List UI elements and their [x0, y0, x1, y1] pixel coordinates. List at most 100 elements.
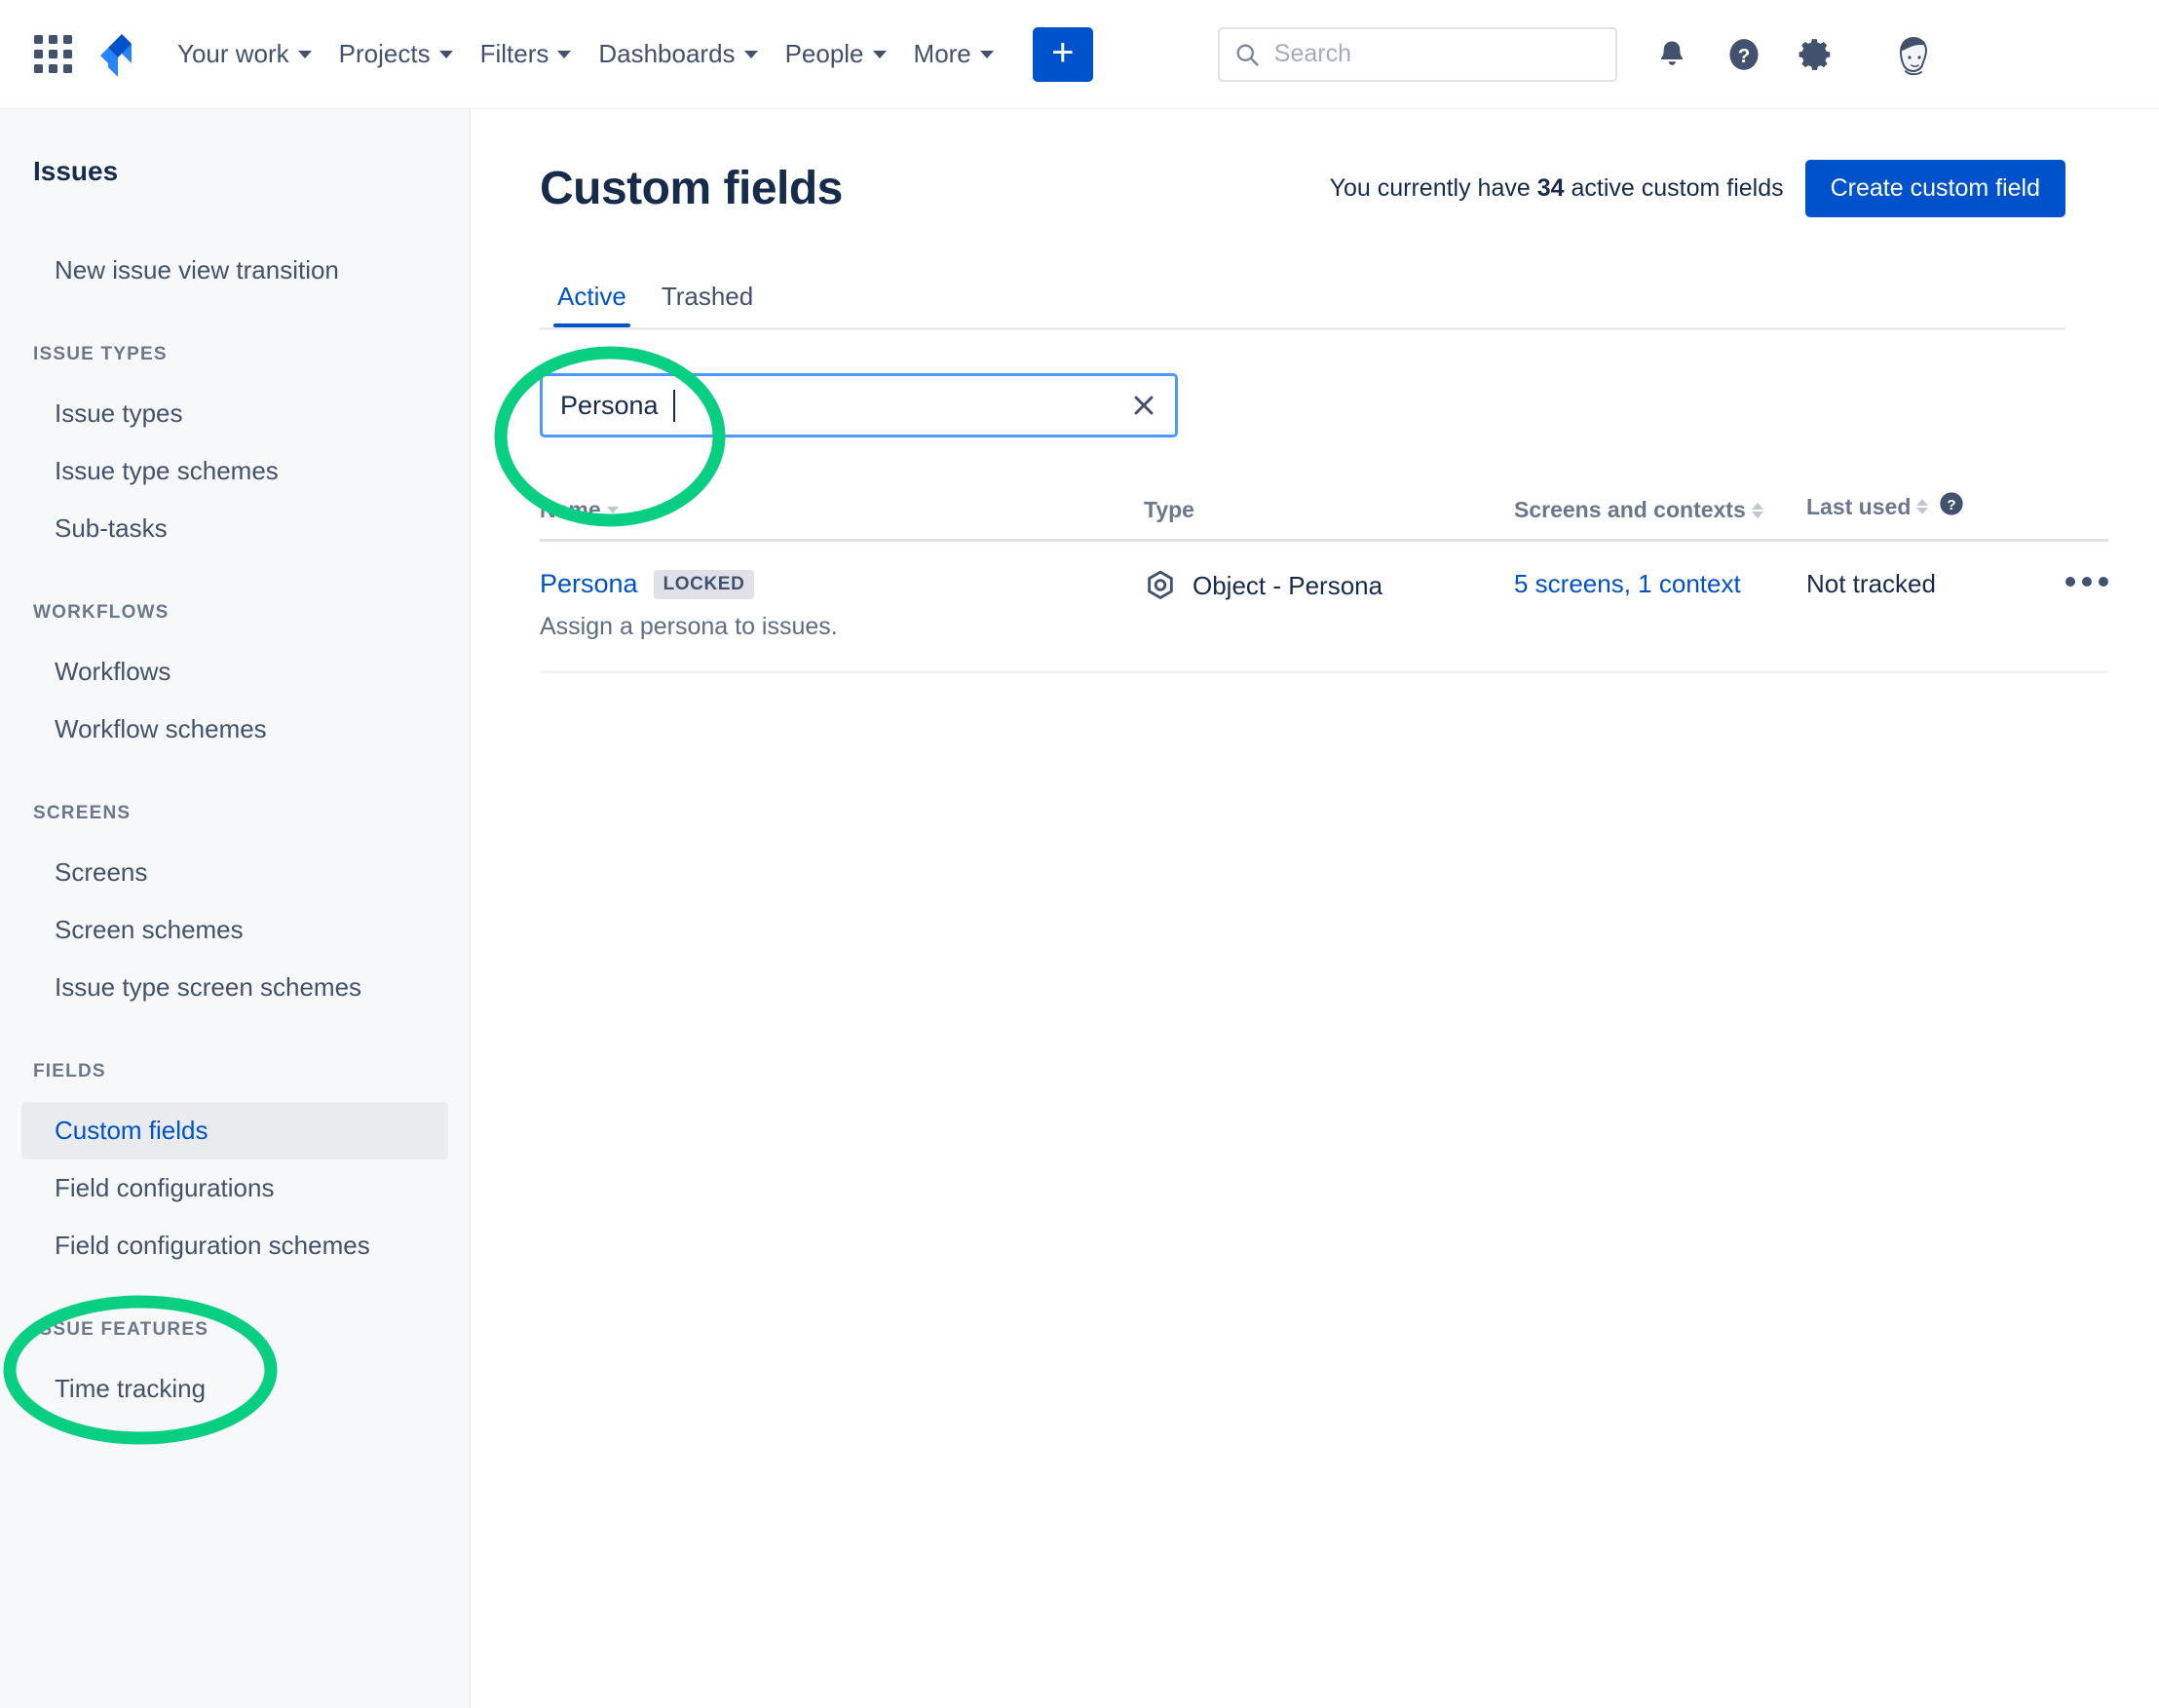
clear-filter-button[interactable]	[1127, 389, 1160, 422]
sidebar-title: Issues	[33, 156, 119, 186]
search-placeholder: Search	[1273, 40, 1351, 67]
screens-contexts-link[interactable]: 5 screens, 1 context	[1514, 569, 1741, 598]
sidebar-section-issue-types: ISSUE TYPES	[33, 344, 168, 364]
nav-item-label: People	[784, 39, 864, 68]
column-header-last-used[interactable]: Last used ?	[1806, 490, 2030, 523]
chevron-down-icon	[297, 50, 312, 58]
tabs-divider	[540, 327, 2065, 330]
table-header-row: Name Type Screens and contexts Last used…	[540, 490, 2108, 542]
settings-sidebar: Issues New issue view transition ISSUE T…	[0, 109, 471, 1708]
sidebar-section-fields: FIELDS	[33, 1061, 106, 1082]
search-icon	[1236, 44, 1259, 66]
last-used-value: Not tracked	[1806, 569, 1936, 598]
chevron-down-icon	[872, 50, 887, 58]
sidebar-item-screen-schemes[interactable]: Screen schemes	[21, 901, 448, 959]
chevron-down-icon	[438, 50, 453, 58]
app-switcher-grid-icon	[33, 35, 72, 73]
count-suffix: active custom fields	[1564, 174, 1784, 202]
cell-name: Persona LOCKED Assign a persona to issue…	[540, 569, 1144, 641]
sidebar-section-workflows: WORKFLOWS	[33, 602, 170, 623]
text-cursor	[673, 390, 675, 422]
create-custom-field-button[interactable]: Create custom field	[1804, 160, 2065, 217]
sidebar-item-field-configuration-schemes[interactable]: Field configuration schemes	[21, 1217, 448, 1274]
cell-screens-and-contexts: 5 screens, 1 context	[1514, 569, 1806, 599]
sidebar-section-screens: SCREENS	[33, 803, 132, 823]
chevron-down-icon	[979, 50, 994, 58]
nav-item-your-work[interactable]: Your work	[164, 27, 325, 82]
column-label: Name	[540, 497, 601, 522]
settings-gear-icon	[1799, 38, 1831, 70]
column-label: Screens and contexts	[1514, 497, 1746, 522]
app-switcher-button[interactable]	[25, 27, 80, 82]
close-x-icon	[1134, 396, 1154, 415]
notifications-bell-icon	[1660, 41, 1683, 65]
main-content: Custom fields You currently have 34 acti…	[472, 109, 2159, 1708]
settings-button[interactable]	[1795, 33, 1837, 76]
table-row: Persona LOCKED Assign a persona to issue…	[540, 542, 2108, 673]
active-fields-count: You currently have 34 active custom fiel…	[1330, 174, 1784, 203]
global-search-box[interactable]: Search	[1217, 26, 1617, 82]
chevron-down-icon	[743, 50, 758, 58]
type-label: Object - Persona	[1193, 570, 1383, 600]
sidebar-item-time-tracking[interactable]: Time tracking	[21, 1360, 448, 1418]
tab-active[interactable]: Active	[540, 282, 644, 327]
nav-item-label: More	[913, 39, 971, 68]
more-actions-icon[interactable]	[2065, 569, 2108, 587]
sidebar-item-issue-type-schemes[interactable]: Issue type schemes	[21, 442, 448, 500]
svg-text:?: ?	[1948, 497, 1956, 513]
nav-item-more[interactable]: More	[900, 27, 1007, 82]
sidebar-item-custom-fields[interactable]: Custom fields	[21, 1102, 448, 1159]
nav-item-label: Filters	[479, 39, 549, 68]
cell-type: Object - Persona	[1144, 569, 1514, 602]
nav-item-label: Projects	[338, 39, 431, 68]
chevron-down-icon	[557, 50, 572, 58]
column-label: Type	[1144, 497, 1194, 522]
nav-item-label: Dashboards	[598, 39, 736, 68]
sort-arrows-icon	[1751, 502, 1763, 518]
sidebar-item-issue-type-screen-schemes[interactable]: Issue type screen schemes	[21, 959, 448, 1016]
tab-trashed[interactable]: Trashed	[644, 282, 771, 327]
create-button[interactable]: +	[1032, 26, 1093, 82]
sort-arrows-icon	[606, 507, 619, 513]
status-badge: LOCKED	[653, 569, 755, 599]
sidebar-item-new-issue-view-transition[interactable]: New issue view transition	[21, 242, 448, 299]
column-header-name[interactable]: Name	[540, 497, 1144, 523]
tabs: Active Trashed	[540, 282, 2065, 327]
nav-item-filters[interactable]: Filters	[467, 27, 586, 82]
custom-field-link[interactable]: Persona	[540, 569, 638, 599]
user-avatar[interactable]	[1887, 29, 1937, 79]
custom-field-description: Assign a persona to issues.	[540, 613, 838, 640]
sidebar-item-sub-tasks[interactable]: Sub-tasks	[21, 500, 448, 557]
notifications-button[interactable]	[1650, 33, 1693, 76]
cell-actions	[2030, 569, 2108, 587]
column-header-screens-and-contexts[interactable]: Screens and contexts	[1514, 497, 1806, 523]
nav-item-people[interactable]: People	[772, 27, 900, 82]
plus-icon: +	[1051, 30, 1075, 74]
cell-last-used: Not tracked	[1806, 569, 2030, 599]
sidebar-item-screens[interactable]: Screens	[21, 844, 448, 901]
page-title: Custom fields	[540, 163, 843, 214]
nav-item-label: Your work	[177, 39, 289, 68]
sidebar-section-issue-features: ISSUE FEATURES	[33, 1319, 209, 1340]
filter-input[interactable]	[540, 373, 1178, 437]
page-header: Custom fields You currently have 34 acti…	[540, 160, 2065, 217]
jira-logo[interactable]	[90, 27, 138, 82]
top-navigation-bar: Your work Projects Filters Dashboards Pe…	[0, 0, 2159, 109]
sidebar-item-field-configurations[interactable]: Field configurations	[21, 1159, 448, 1217]
count-prefix: You currently have	[1329, 174, 1537, 202]
object-hexagon-icon	[1148, 570, 1173, 599]
last-used-help-icon[interactable]: ?	[1938, 490, 1965, 523]
svg-text:?: ?	[1737, 44, 1750, 66]
sort-arrows-icon	[1916, 499, 1929, 514]
sidebar-item-workflows[interactable]: Workflows	[21, 643, 448, 701]
sidebar-item-workflow-schemes[interactable]: Workflow schemes	[21, 701, 448, 758]
count-value: 34	[1536, 174, 1565, 202]
filter-input-wrapper	[540, 373, 1178, 437]
nav-item-dashboards[interactable]: Dashboards	[585, 27, 771, 82]
column-label: Last used	[1806, 493, 1912, 519]
help-button[interactable]: ?	[1723, 33, 1765, 76]
column-header-type: Type	[1144, 497, 1514, 523]
nav-item-projects[interactable]: Projects	[325, 27, 467, 82]
sidebar-item-issue-types[interactable]: Issue types	[21, 385, 448, 442]
custom-fields-table: Name Type Screens and contexts Last used…	[540, 490, 2108, 673]
